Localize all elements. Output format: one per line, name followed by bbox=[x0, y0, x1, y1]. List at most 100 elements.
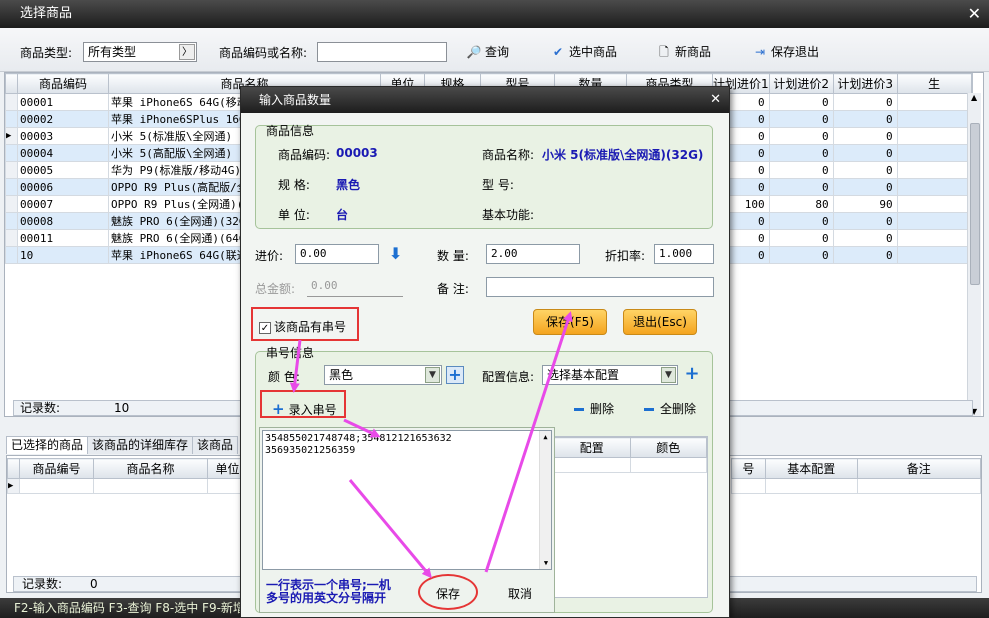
new-button[interactable]: 🗋 新商品 bbox=[656, 43, 711, 61]
row-pointer-icon bbox=[5, 229, 18, 247]
add-config-icon[interactable]: + bbox=[684, 365, 700, 383]
qty-label: 数 量: bbox=[437, 249, 469, 263]
scroll-down-icon[interactable]: ▼ bbox=[540, 557, 552, 569]
color-select[interactable]: 黑色 ▼ bbox=[324, 365, 442, 385]
col-header[interactable]: 生 bbox=[896, 73, 972, 94]
new-label: 新商品 bbox=[675, 45, 712, 59]
table-row[interactable] bbox=[731, 478, 981, 494]
record-label: 记录数: bbox=[20, 401, 61, 415]
serial-line-2: 356935021256359 bbox=[265, 445, 356, 456]
chevron-down-icon[interactable]: ▼ bbox=[661, 367, 676, 383]
table-cell: 0 bbox=[832, 93, 898, 111]
col-header[interactable]: 计划进价3 bbox=[832, 73, 898, 94]
total-input: 0.00 bbox=[307, 277, 403, 297]
annotation-ellipse-save bbox=[418, 574, 478, 610]
row-pointer-icon bbox=[5, 93, 18, 111]
serial-entry-popup: 354855021748748;354812121653632 35693502… bbox=[259, 427, 555, 613]
minus-icon bbox=[644, 408, 654, 411]
selected-header-left: 商品编号 商品名称 单位 bbox=[7, 458, 248, 479]
unit-value: 台 bbox=[336, 208, 349, 222]
main-vscroll[interactable]: ▲ ▼ bbox=[967, 93, 981, 416]
note-line-1: 一行表示一个串号;一机 bbox=[266, 578, 391, 592]
col-header-extra bbox=[970, 73, 973, 94]
total-label: 总金额: bbox=[255, 282, 296, 296]
serial-grid[interactable]: 配置 颜色 bbox=[552, 436, 708, 598]
config-select[interactable]: 选择基本配置 ▼ bbox=[542, 365, 678, 385]
table-cell: 0 bbox=[768, 127, 834, 145]
spec-label: 规 格: bbox=[278, 178, 310, 192]
delete-button[interactable]: 删除 bbox=[574, 400, 614, 417]
table-cell: 0 bbox=[768, 229, 834, 247]
remark-label: 备 注: bbox=[437, 282, 469, 296]
col-product-name: 商品名称 bbox=[93, 458, 208, 479]
popup-cancel-button[interactable]: 取消 bbox=[508, 585, 532, 602]
select-button[interactable]: ✔ 选中商品 bbox=[550, 43, 617, 61]
table-cell: 0 bbox=[768, 93, 834, 111]
table-cell: 0 bbox=[768, 161, 834, 179]
color-label: 颜 色: bbox=[268, 370, 300, 384]
row-pointer-icon bbox=[5, 212, 18, 230]
remark-input[interactable] bbox=[486, 277, 714, 297]
tab-selected-products[interactable]: 已选择的商品 bbox=[6, 436, 89, 454]
table-cell: 00004 bbox=[17, 144, 109, 162]
col-remark: 备注 bbox=[856, 458, 981, 479]
exit-esc-button[interactable]: 退出(Esc) bbox=[623, 309, 697, 335]
scroll-up-icon[interactable]: ▲ bbox=[971, 93, 977, 102]
info-caption: 商品信息 bbox=[266, 124, 315, 138]
type-value: 所有类型 bbox=[88, 45, 137, 59]
delete-label: 删除 bbox=[590, 402, 615, 416]
col-header[interactable]: 计划进价2 bbox=[768, 73, 834, 94]
table-cell: 0 bbox=[768, 178, 834, 196]
qty-input[interactable]: 2.00 bbox=[486, 244, 580, 264]
table-cell bbox=[896, 246, 972, 264]
row-pointer-icon: ▶ bbox=[5, 127, 18, 145]
quantity-dialog: 输入商品数量 ✕ 商品信息 商品编码: 00003 商品名称: 小米 5(标准版… bbox=[240, 86, 730, 618]
search-input[interactable] bbox=[317, 42, 447, 62]
table-cell: 0 bbox=[832, 161, 898, 179]
table-cell: 0 bbox=[832, 110, 898, 128]
table-cell: 0 bbox=[832, 212, 898, 230]
window-close-icon[interactable]: ✕ bbox=[968, 0, 981, 28]
add-color-icon[interactable]: + bbox=[446, 366, 464, 384]
table-row[interactable]: ▶ bbox=[7, 478, 248, 494]
save-f5-button[interactable]: 保存(F5) bbox=[533, 309, 607, 335]
scroll-thumb[interactable] bbox=[970, 123, 980, 285]
chevron-down-icon[interactable]: ▼ bbox=[425, 367, 440, 383]
combo-arrow-icon[interactable]: 〉 bbox=[179, 44, 195, 60]
color-value: 黑色 bbox=[329, 368, 354, 382]
serial-textarea[interactable]: 354855021748748;354812121653632 35693502… bbox=[262, 430, 552, 570]
tab-stock-detail[interactable]: 该商品的详细库存 bbox=[87, 436, 194, 454]
price-input[interactable]: 0.00 bbox=[295, 244, 379, 264]
func-label: 基本功能: bbox=[482, 208, 535, 222]
sub-record-count: 0 bbox=[90, 577, 98, 591]
table-cell: 0 bbox=[832, 144, 898, 162]
table-cell: 00002 bbox=[17, 110, 109, 128]
table-cell: 0 bbox=[832, 229, 898, 247]
discount-input[interactable]: 1.000 bbox=[654, 244, 714, 264]
table-cell: 0 bbox=[832, 178, 898, 196]
type-combo[interactable]: 所有类型 〉 bbox=[83, 42, 197, 62]
search-icon: 🔎 bbox=[466, 45, 482, 59]
col-header[interactable]: 商品编码 bbox=[17, 73, 109, 94]
table-row[interactable] bbox=[553, 457, 707, 473]
type-label: 商品类型: bbox=[20, 46, 73, 60]
price-label: 进价: bbox=[255, 249, 284, 263]
name-value: 小米 5(标准版\全网通)(32G) bbox=[542, 148, 704, 162]
table-cell: 00011 bbox=[17, 229, 109, 247]
col-basic-config: 基本配置 bbox=[764, 458, 858, 479]
check-icon: ✔ bbox=[552, 45, 564, 59]
table-cell bbox=[896, 144, 972, 162]
dialog-close-icon[interactable]: ✕ bbox=[710, 87, 721, 113]
arrow-down-icon[interactable]: ⬇ bbox=[389, 244, 402, 263]
scroll-up-icon[interactable]: ▲ bbox=[540, 431, 551, 443]
delete-all-button[interactable]: 全删除 bbox=[644, 400, 696, 417]
serial-caption: 串号信息 bbox=[266, 346, 315, 360]
query-button[interactable]: 🔎 查询 bbox=[466, 43, 510, 61]
query-label: 查询 bbox=[485, 45, 510, 59]
tab-product-other[interactable]: 该商品 bbox=[192, 436, 239, 454]
document-icon: 🗋 bbox=[659, 45, 669, 59]
config-label: 配置信息: bbox=[482, 370, 535, 384]
save-exit-button[interactable]: ⇥ 保存退出 bbox=[752, 43, 819, 61]
model-label: 型 号: bbox=[482, 178, 514, 192]
textarea-vscroll[interactable]: ▲ ▼ bbox=[539, 431, 551, 569]
